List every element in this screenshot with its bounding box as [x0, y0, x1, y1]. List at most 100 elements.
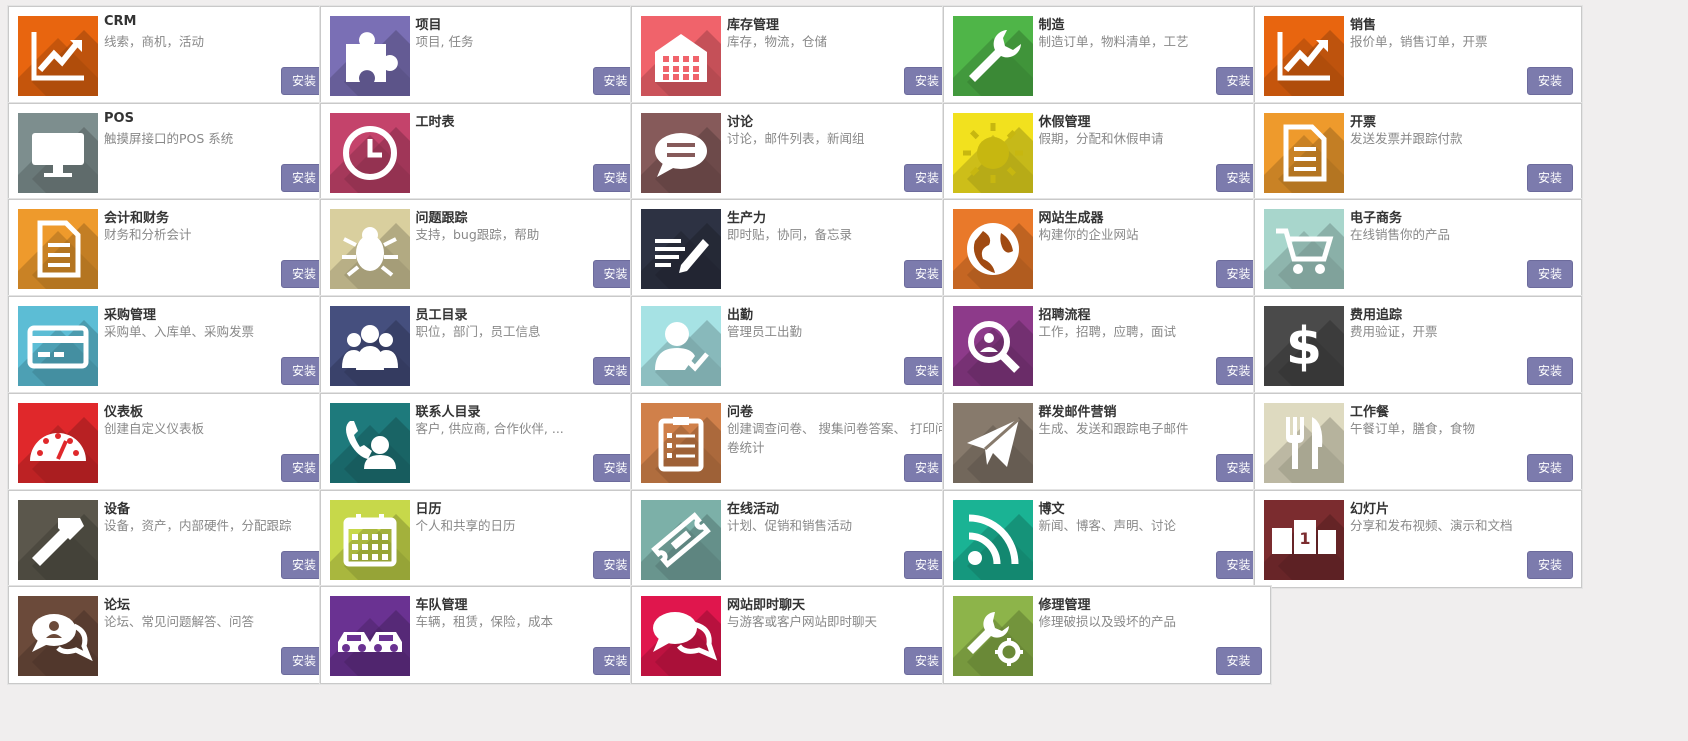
- document-icon: [1264, 124, 1344, 193]
- install-button[interactable]: 安装: [1527, 453, 1573, 482]
- trend-chart-icon: [18, 30, 98, 96]
- paper-plane-icon: [952, 416, 1033, 483]
- app-card[interactable]: 设备 设备，资产，内部硬件，分配跟踪 安装: [8, 489, 336, 588]
- app-description: 触摸屏接口的POS 系统: [104, 130, 234, 146]
- app-icon-tile: [952, 596, 1033, 677]
- app-name: 问题跟踪: [415, 211, 468, 227]
- app-name: 制造: [1038, 18, 1065, 33]
- app-card[interactable]: 库存管理 库存，物流，仓储 安装: [631, 6, 959, 104]
- app-description: 假期，分配和休假申请: [1038, 130, 1164, 146]
- app-card[interactable]: 会计和财务 财务和分析会计 安装: [8, 199, 336, 298]
- app-icon-tile: [952, 209, 1033, 290]
- app-name: 论坛: [104, 598, 131, 614]
- app-card[interactable]: 招聘流程 工作，招聘，应聘，面试 安装: [942, 296, 1271, 395]
- document-icon: [18, 220, 98, 290]
- app-name: 问卷: [727, 404, 754, 420]
- install-button[interactable]: 安装: [1527, 67, 1573, 95]
- app-description: 创建调查问卷、 搜集问卷答案、 打印问卷统计: [727, 420, 948, 455]
- ticket-icon: [641, 511, 721, 580]
- app-card[interactable]: 仪表板 创建自定义仪表板 安装: [8, 392, 336, 491]
- app-description: 构建你的企业网站: [1038, 227, 1139, 243]
- rss-icon: [952, 513, 1033, 580]
- chat-bubbles-icon: [641, 610, 721, 677]
- app-card[interactable]: 博文 新闻、博客、声明、讨论 安装: [942, 489, 1271, 588]
- app-icon-tile: [329, 499, 410, 580]
- app-card[interactable]: 休假管理 假期，分配和休假申请 安装: [942, 102, 1271, 201]
- apps-grid: CRM 线索，商机，活动 安装 项目 项目, 任务 安装 库存管理 库存，物流，仓储 安装 制造制…: [8, 6, 1680, 736]
- app-description: 计划、促销和销售活动: [727, 517, 853, 533]
- app-description: 报价单，销售订单，开票: [1350, 34, 1488, 49]
- app-card[interactable]: 车队管理 车辆，租赁，保险，成本 安装: [319, 586, 648, 685]
- app-description: 职位，部门，员工信息: [415, 324, 541, 340]
- app-card[interactable]: 生产力 即时贴，协同，备忘录 安装: [631, 199, 959, 298]
- app-description: 采购单、入库单、采购发票: [104, 324, 255, 340]
- app-card[interactable]: 工时表 安装: [319, 102, 648, 201]
- app-card[interactable]: 问题跟踪 支持，bug跟踪，帮助 安装: [319, 199, 648, 298]
- app-card[interactable]: 工作餐 午餐订单，膳食，食物 安装: [1254, 392, 1582, 491]
- app-card[interactable]: 网站生成器 构建你的企业网站 安装: [942, 199, 1271, 298]
- app-name: 电子商务: [1350, 211, 1403, 227]
- app-card[interactable]: 网站即时聊天 与游客或客户网站即时聊天 安装: [631, 586, 959, 685]
- app-card[interactable]: 1 幻灯片 分享和发布视频、演示和文档 安装: [1254, 489, 1582, 588]
- app-icon-tile: [641, 306, 721, 387]
- app-card[interactable]: CRM 线索，商机，活动 安装: [8, 6, 336, 104]
- app-name: 博文: [1038, 501, 1065, 517]
- install-button[interactable]: 安装: [1215, 647, 1262, 676]
- app-card[interactable]: 出勤 管理员工出勤 安装: [631, 296, 959, 395]
- app-card[interactable]: 修理管理 修理破损以及毁坏的产品安装: [942, 586, 1271, 685]
- app-icon-tile: [952, 112, 1033, 193]
- app-icon-tile: [18, 209, 98, 290]
- app-card[interactable]: 在线活动 计划、促销和销售活动 安装: [631, 489, 959, 588]
- magnifier-icon: [952, 320, 1033, 387]
- app-description: 个人和共享的日历: [415, 517, 516, 533]
- app-icon-tile: [952, 402, 1033, 483]
- person-check-icon: [641, 320, 721, 387]
- app-card[interactable]: 采购管理 采购单、入库单、采购发票 安装: [8, 296, 336, 395]
- app-card[interactable]: POS 触摸屏接口的POS 系统 安装: [8, 102, 336, 201]
- app-icon-tile: [329, 16, 410, 96]
- app-name: 群发邮件营销: [1038, 404, 1117, 420]
- app-icon-tile: [18, 306, 98, 387]
- app-card[interactable]: 日历 个人和共享的日历 安装: [319, 489, 648, 588]
- app-card[interactable]: 问卷 创建调查问卷、 搜集问卷答案、 打印问卷统计 安装: [631, 392, 959, 491]
- monitor-icon: [18, 126, 98, 193]
- app-card[interactable]: 项目 项目, 任务 安装: [319, 6, 648, 104]
- app-card[interactable]: 员工目录 职位，部门，员工信息 安装: [319, 296, 648, 395]
- app-card[interactable]: 讨论 讨论，邮件列表，新闻组 安装: [631, 102, 959, 201]
- app-name: 销售: [1350, 18, 1377, 33]
- app-name: 开票: [1350, 114, 1377, 130]
- calendar-icon: [329, 513, 410, 580]
- app-card[interactable]: 开票 发送发票并跟踪付款 安装: [1254, 102, 1582, 201]
- install-button[interactable]: 安装: [1527, 550, 1573, 579]
- trend-chart-icon: [1264, 30, 1344, 96]
- app-card[interactable]: 销售 报价单，销售订单，开票安装: [1254, 6, 1582, 104]
- app-card[interactable]: 群发邮件营销 生成、发送和跟踪电子邮件 安装: [942, 392, 1271, 491]
- app-card[interactable]: 论坛 论坛、常见问题解答、问答 安装: [8, 586, 336, 685]
- app-description: 修理破损以及毁坏的产品: [1038, 614, 1177, 630]
- puzzle-icon: [329, 30, 410, 96]
- app-name: 修理管理: [1038, 598, 1091, 614]
- app-name: 休假管理: [1038, 114, 1091, 130]
- app-card[interactable]: 联系人目录 客户, 供应商, 合作伙伴, ... 安装: [319, 392, 648, 491]
- install-button[interactable]: 安装: [1527, 260, 1573, 289]
- app-name: 员工目录: [415, 308, 468, 324]
- app-name: 在线活动: [727, 501, 780, 517]
- app-description: 制造订单，物料清单，工艺: [1038, 34, 1189, 49]
- app-icon-tile: [1264, 402, 1344, 483]
- clipboard-icon: [641, 416, 721, 483]
- app-name: 网站生成器: [1038, 211, 1104, 227]
- dollar-icon: $: [1264, 317, 1344, 387]
- install-button[interactable]: 安装: [1527, 163, 1573, 192]
- app-icon-tile: [329, 402, 410, 483]
- forum-bubbles-icon: [18, 610, 98, 677]
- app-card[interactable]: 电子商务 在线销售你的产品安装: [1254, 199, 1582, 298]
- app-icon-tile: [1264, 16, 1344, 96]
- app-icon-tile: [18, 402, 98, 483]
- app-name: 费用追踪: [1350, 308, 1403, 324]
- install-button[interactable]: 安装: [1527, 357, 1573, 386]
- app-card[interactable]: $ 费用追踪 费用验证，开票 安装: [1254, 296, 1582, 395]
- app-description: 在线销售你的产品: [1350, 227, 1451, 243]
- app-card[interactable]: 制造 制造订单，物料清单，工艺 安装: [942, 6, 1271, 104]
- app-name: 生产力: [727, 211, 767, 227]
- app-name: 仪表板: [104, 404, 144, 420]
